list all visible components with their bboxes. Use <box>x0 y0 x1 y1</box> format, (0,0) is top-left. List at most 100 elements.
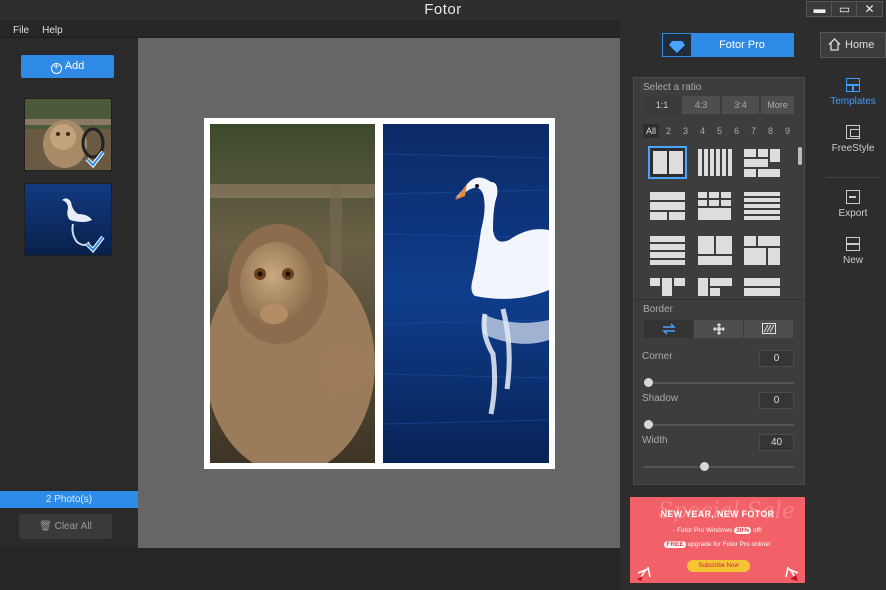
nav-templates[interactable]: Templates <box>820 78 886 107</box>
border-tabs <box>644 320 794 338</box>
ratio-selector: 1:1 4:3 3:4 More <box>644 96 794 114</box>
panel-divider <box>634 299 806 300</box>
count-tab-9[interactable]: 9 <box>785 126 790 136</box>
templates-icon <box>846 78 860 92</box>
swap-arrows-icon <box>661 323 676 335</box>
freestyle-icon <box>846 125 860 139</box>
collage-cell-monkey[interactable] <box>210 124 375 463</box>
promo-banner[interactable]: Special Sale NEW YEAR, NEW FOTOR · Fotor… <box>630 497 805 583</box>
template-item[interactable] <box>696 146 735 179</box>
canvas-area <box>138 38 620 548</box>
home-label: Home <box>845 39 875 51</box>
menu-file[interactable]: File <box>0 22 29 36</box>
flower-icon <box>712 323 725 335</box>
add-label: Add <box>64 60 85 72</box>
diamond-icon <box>663 34 691 56</box>
width-slider[interactable] <box>644 462 794 471</box>
home-button[interactable]: Home <box>820 32 886 58</box>
corner-value-input[interactable]: 0 <box>759 350 794 367</box>
template-panel: Select a ratio 1:1 4:3 3:4 More All 2 3 … <box>633 77 806 485</box>
ratio-section-title: Select a ratio <box>643 82 702 93</box>
home-icon <box>828 38 841 51</box>
firework-icon <box>785 566 799 581</box>
promo-line-1: · Fotor Pro Windows 30% off! <box>673 527 762 534</box>
ratio-4-3[interactable]: 4:3 <box>682 96 720 114</box>
shadow-value-input[interactable]: 0 <box>759 392 794 409</box>
nav-templates-label: Templates <box>830 96 876 107</box>
count-tab-4[interactable]: 4 <box>700 126 705 136</box>
nav-freestyle-label: FreeStyle <box>831 143 875 154</box>
nav-freestyle[interactable]: FreeStyle <box>820 125 886 154</box>
nav-new-label: New <box>842 255 863 266</box>
promo-headline: NEW YEAR, NEW FOTOR <box>660 509 775 519</box>
count-tab-3[interactable]: 3 <box>683 126 688 136</box>
minimize-button[interactable]: ▬ <box>806 1 833 17</box>
count-tab-6[interactable]: 6 <box>734 126 739 136</box>
template-grid <box>648 146 793 296</box>
width-slider-knob[interactable] <box>700 462 710 471</box>
template-scrollbar[interactable] <box>798 147 802 165</box>
corner-slider[interactable] <box>644 378 794 387</box>
count-tab-8[interactable]: 8 <box>768 126 773 136</box>
template-item[interactable] <box>696 192 735 225</box>
subscribe-now-button[interactable]: Subscribe Now <box>687 560 750 572</box>
new-collage-icon <box>846 237 860 251</box>
template-item-selected[interactable] <box>648 146 687 179</box>
ratio-1-1[interactable]: 1:1 <box>644 96 680 114</box>
app-title: Fotor <box>424 1 462 18</box>
texture-icon <box>761 323 776 334</box>
maximize-button[interactable]: ▭ <box>831 1 858 17</box>
photo-panel: + Add 2 Photo(s) 🗑 Clear All <box>0 38 138 548</box>
width-value-input[interactable]: 40 <box>759 434 794 451</box>
border-tab-pattern[interactable] <box>694 320 743 338</box>
close-button[interactable]: ✕ <box>856 1 883 17</box>
ratio-more[interactable]: More <box>761 96 794 114</box>
shadow-slider-knob[interactable] <box>644 420 653 429</box>
menu-bar: File Help <box>0 20 620 38</box>
photo-count: 2 Photo(s) <box>0 491 138 508</box>
template-item[interactable] <box>744 192 783 225</box>
clear-all-button[interactable]: 🗑 Clear All <box>19 514 112 539</box>
firework-icon <box>637 566 651 581</box>
count-tab-7[interactable]: 7 <box>751 126 756 136</box>
add-button[interactable]: + Add <box>21 55 114 78</box>
template-item[interactable] <box>648 236 687 269</box>
count-tab-5[interactable]: 5 <box>717 126 722 136</box>
border-tab-texture[interactable] <box>744 320 793 338</box>
template-item[interactable] <box>696 278 735 296</box>
count-tab-all[interactable]: All <box>643 124 659 138</box>
template-item[interactable] <box>648 278 687 296</box>
menu-help[interactable]: Help <box>29 22 63 36</box>
template-item[interactable] <box>744 278 783 296</box>
nav-new[interactable]: New <box>820 237 886 266</box>
nav-export-label: Export <box>838 208 868 219</box>
fotor-pro-label: Fotor Pro <box>719 39 765 51</box>
shadow-label: Shadow <box>642 393 679 404</box>
swan-photo <box>383 124 549 463</box>
template-item[interactable] <box>744 236 783 269</box>
check-icon <box>85 150 105 168</box>
count-tab-2[interactable]: 2 <box>666 126 671 136</box>
collage <box>204 118 555 469</box>
title-bar: Fotor ▬ ▭ ✕ <box>0 0 886 20</box>
border-tab-adjust[interactable] <box>644 320 693 338</box>
fotor-pro-button[interactable]: Fotor Pro <box>662 33 794 57</box>
plus-icon: + <box>50 63 62 74</box>
ratio-3-4[interactable]: 3:4 <box>722 96 759 114</box>
corner-slider-knob[interactable] <box>644 378 653 387</box>
export-icon <box>846 190 860 204</box>
corner-label: Corner <box>642 351 673 362</box>
collage-cell-swan[interactable] <box>383 124 549 463</box>
template-item[interactable] <box>648 192 687 225</box>
photo-thumbnail-swan[interactable] <box>24 183 112 256</box>
width-label: Width <box>642 435 668 446</box>
shadow-slider[interactable] <box>644 420 794 429</box>
nav-export[interactable]: Export <box>820 190 886 219</box>
check-icon <box>85 235 105 253</box>
photo-thumbnail-monkey[interactable] <box>24 98 112 171</box>
promo-line-2: FREE upgrade for Fotor Pro online! <box>664 541 771 548</box>
template-item[interactable] <box>744 146 783 179</box>
template-item[interactable] <box>696 236 735 269</box>
trash-icon: 🗑 <box>39 521 52 532</box>
border-section-title: Border <box>643 304 674 315</box>
